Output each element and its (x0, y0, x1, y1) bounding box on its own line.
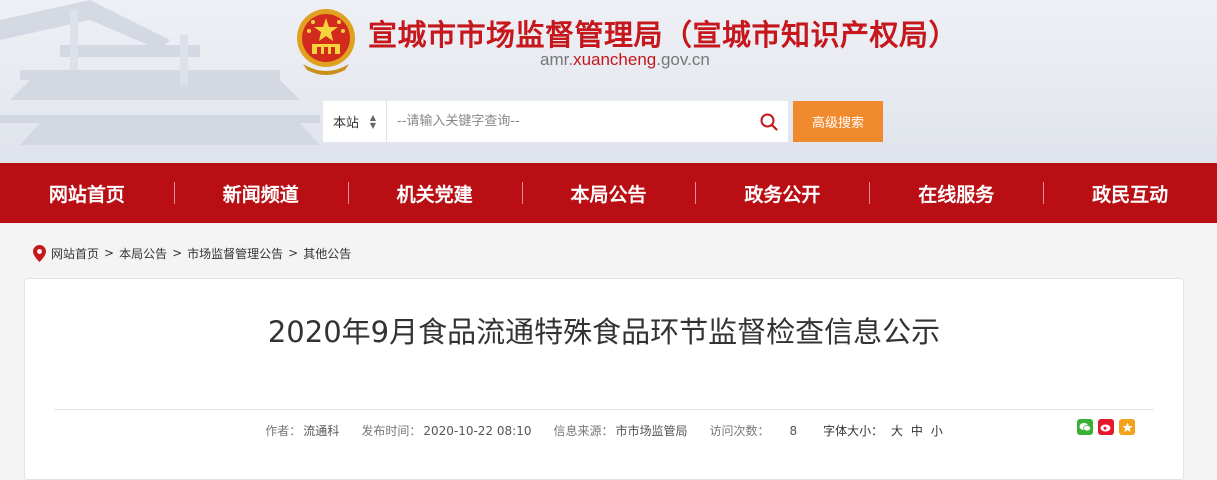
wechat-icon[interactable] (1077, 419, 1093, 435)
font-size-small[interactable]: 小 (931, 424, 943, 438)
font-size-medium[interactable]: 中 (911, 424, 923, 438)
meta-source: 信息来源： 市市场监管局 (553, 424, 688, 438)
nav-item-interaction[interactable]: 政民互动 (1043, 163, 1217, 223)
meta-views: 访问次数： 8 (709, 424, 798, 438)
search-button[interactable] (750, 101, 788, 142)
breadcrumb-separator: > (172, 246, 183, 260)
article-title: 2020年9月食品流通特殊食品环节监督检查信息公示 (267, 315, 941, 349)
advanced-search-button[interactable]: 高级搜索 (793, 101, 883, 142)
weibo-icon[interactable] (1098, 419, 1114, 435)
nav-item-party[interactable]: 机关党建 (347, 163, 522, 223)
nav-item-home[interactable]: 网站首页 (0, 163, 174, 223)
divider (54, 409, 1154, 410)
search-scope-select[interactable]: 本站 ▲ ▼ (323, 101, 387, 142)
article-panel: 2020年9月食品流通特殊食品环节监督检查信息公示 作者： 流通科 发布时间： 20… (24, 278, 1184, 480)
meta-date: 发布时间： 2020-10-22 08:10 (361, 424, 532, 438)
location-pin-icon (33, 244, 46, 262)
sort-arrows-icon: ▲ ▼ (369, 112, 376, 130)
national-emblem-icon (297, 9, 355, 75)
site-domain: amr.xuancheng.gov.cn (540, 50, 710, 69)
search-icon (760, 113, 778, 131)
favorite-icon[interactable] (1119, 419, 1135, 435)
article-meta: 作者： 流通科 发布时间： 2020-10-22 08:10 信息来源： 市市场监管局… (25, 422, 1183, 439)
site-header: 宣城市市场监督管理局（宣城市知识产权局） amr.xuancheng.gov.c… (0, 0, 1217, 163)
breadcrumb-market-notices[interactable]: 市场监督管理公告 (187, 245, 283, 262)
breadcrumb-separator: > (288, 246, 299, 260)
breadcrumb-other-notices[interactable]: 其他公告 (303, 245, 351, 262)
architecture-decoration (0, 0, 320, 145)
search-input[interactable] (387, 101, 750, 142)
nav-item-news[interactable]: 新闻频道 (173, 163, 348, 223)
breadcrumb-home[interactable]: 网站首页 (51, 245, 99, 262)
share-buttons (1077, 419, 1135, 435)
main-nav: 网站首页 新闻频道 机关党建 本局公告 政务公开 在线服务 政民互动 (0, 163, 1217, 223)
site-title: 宣城市市场监督管理局（宣城市知识产权局） (368, 18, 959, 52)
breadcrumb: 网站首页 > 本局公告 > 市场监督管理公告 > 其他公告 (33, 243, 351, 263)
nav-item-online-services[interactable]: 在线服务 (869, 163, 1043, 223)
nav-item-announcements[interactable]: 本局公告 (521, 163, 696, 223)
font-size-large[interactable]: 大 (891, 424, 903, 438)
meta-font-size: 字体大小： 大 中 小 (823, 424, 943, 438)
breadcrumb-separator: > (104, 246, 115, 260)
meta-author: 作者： 流通科 (265, 424, 340, 438)
breadcrumb-announcements[interactable]: 本局公告 (119, 245, 167, 262)
nav-item-public-affairs[interactable]: 政务公开 (695, 163, 869, 223)
search-bar: 本站 ▲ ▼ (323, 101, 788, 142)
